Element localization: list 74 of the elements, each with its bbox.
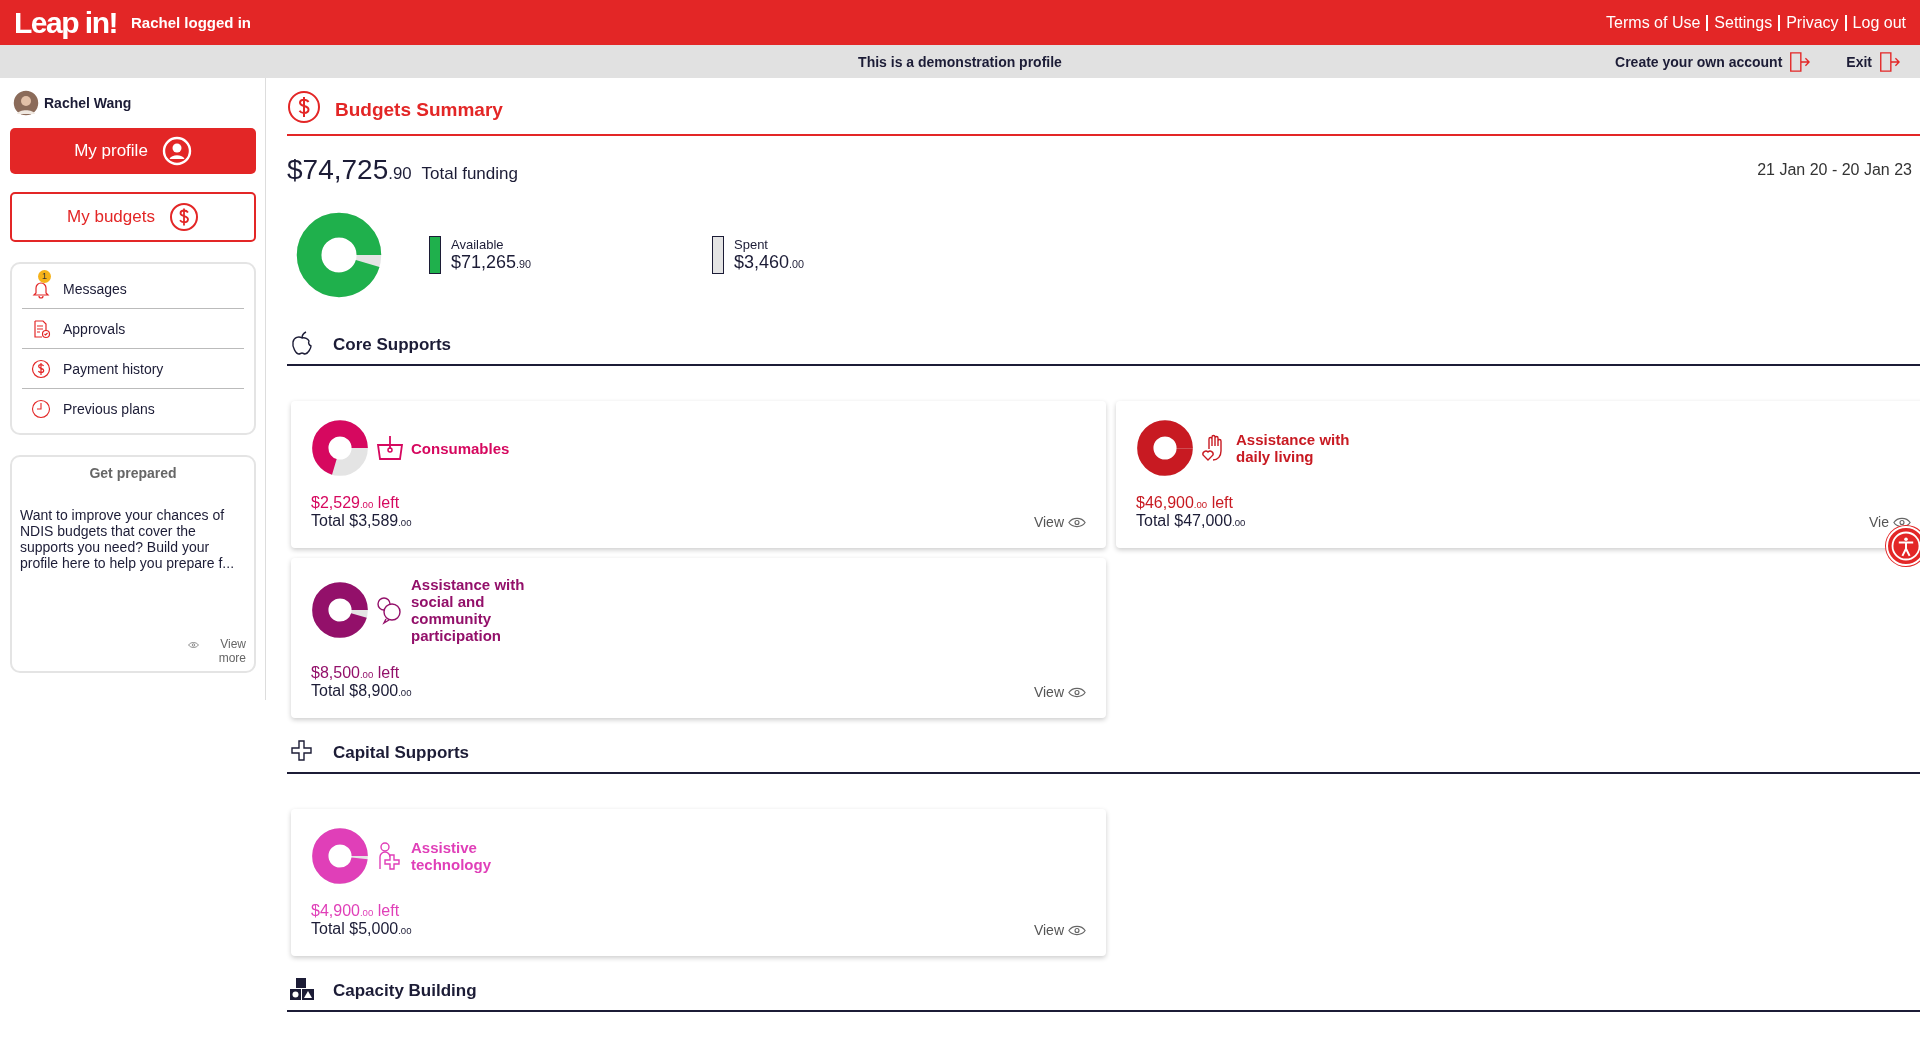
budget-card[interactable]: Assistance with daily living $46,900.00 left Total $47,000.00 Vie bbox=[1116, 401, 1920, 548]
section-title: Capacity Building bbox=[333, 980, 477, 1001]
menu-item[interactable]: Payment history bbox=[22, 349, 244, 389]
user-icon bbox=[161, 136, 192, 166]
demo-message: This is a demonstration profile bbox=[858, 53, 1062, 70]
total-label: Total funding bbox=[421, 164, 518, 184]
avatar-icon bbox=[12, 89, 40, 117]
total-amount: Total $5,000.00 bbox=[311, 920, 412, 938]
eye-icon bbox=[1068, 516, 1086, 528]
view-link[interactable]: View bbox=[1033, 684, 1086, 700]
legend-label: Available bbox=[451, 237, 505, 252]
header-link[interactable]: Terms of Use bbox=[1600, 14, 1707, 31]
card-title: Consumables bbox=[411, 439, 511, 457]
view-link[interactable]: View bbox=[1033, 514, 1086, 530]
my-budgets-button[interactable]: My budgets bbox=[10, 192, 256, 242]
user-name: Rachel Wang bbox=[44, 95, 132, 111]
door-arrow-icon[interactable] bbox=[1788, 50, 1811, 73]
view-link[interactable]: Vie bbox=[1869, 514, 1911, 530]
donut-chart bbox=[311, 419, 369, 477]
total-amount: Total $3,589.00 bbox=[311, 512, 412, 530]
page-title: Budgets Summary bbox=[335, 98, 503, 121]
exit-link[interactable]: Exit bbox=[1846, 53, 1872, 70]
remaining-amount: $4,900.00 left bbox=[311, 902, 401, 920]
document-check-icon bbox=[31, 318, 51, 339]
accessibility-button[interactable] bbox=[1886, 526, 1920, 566]
basket-icon bbox=[375, 433, 405, 463]
header-link[interactable]: Privacy bbox=[1778, 14, 1845, 31]
budget-card[interactable]: Consumables $2,529.00 left Total $3,589.00 View bbox=[291, 401, 1106, 548]
card-title: Assistive technology bbox=[411, 839, 492, 873]
legend-label: Spent bbox=[734, 237, 769, 252]
plus-icon bbox=[289, 738, 315, 764]
clock-icon bbox=[31, 398, 51, 419]
card-text: Want to improve your chances of NDIS budgets that cover the supports you need? Build your profile here to help you prepare f... bbox=[20, 507, 236, 573]
budget-card[interactable]: Assistance with social and community participation $8,500.00 left Total $8,900.00 View bbox=[291, 558, 1106, 718]
door-arrow-icon[interactable] bbox=[1878, 50, 1900, 73]
donut-chart bbox=[311, 581, 369, 639]
eye-icon bbox=[1893, 516, 1911, 528]
view-more-link[interactable]: View more bbox=[202, 637, 246, 665]
legend-amount: $3,460.00 bbox=[734, 252, 805, 273]
remaining-amount: $8,500.00 left bbox=[311, 664, 401, 682]
legend-amount: $71,265.90 bbox=[451, 252, 532, 273]
donut-chart bbox=[311, 827, 369, 885]
eye-icon bbox=[1068, 686, 1086, 698]
apple-icon bbox=[289, 330, 315, 356]
notification-badge: 1 bbox=[38, 269, 51, 283]
date-range: 21 Jan 20 - 20 Jan 23 bbox=[1757, 161, 1912, 179]
blocks-icon bbox=[289, 976, 315, 1002]
view-link[interactable]: View bbox=[1033, 922, 1086, 938]
remaining-amount: $2,529.00 left bbox=[311, 494, 401, 512]
budget-card[interactable]: Assistive technology $4,900.00 left Total $5,000.00 View bbox=[291, 809, 1106, 956]
eye-icon bbox=[1068, 924, 1086, 936]
donut-chart bbox=[1136, 419, 1194, 477]
card-title: Get prepared bbox=[88, 465, 178, 481]
section-title: Capital Supports bbox=[333, 742, 469, 763]
card-title: Assistance with daily living bbox=[1236, 431, 1351, 465]
my-profile-button[interactable]: My profile bbox=[10, 128, 256, 174]
dollar-icon bbox=[168, 202, 199, 232]
user-status: Rachel logged in bbox=[131, 14, 252, 31]
menu-item[interactable]: 1 Messages bbox=[22, 269, 244, 309]
header-link[interactable]: Log out bbox=[1844, 14, 1912, 31]
header-link[interactable]: Settings bbox=[1706, 14, 1779, 31]
total-amount: Total $8,900.00 bbox=[311, 682, 412, 700]
section-title: Core Supports bbox=[333, 334, 452, 355]
dollar-icon bbox=[31, 358, 51, 379]
total-amount: Total $47,000.00 bbox=[1136, 512, 1246, 530]
eye-icon bbox=[188, 641, 199, 649]
logo[interactable]: Leap in! bbox=[14, 5, 117, 40]
dollar-icon bbox=[287, 90, 321, 124]
create-account-link[interactable]: Create your own account bbox=[1615, 53, 1783, 70]
card-title: Assistance with social and community participation bbox=[411, 576, 526, 644]
total-amount: $74,725.90 bbox=[287, 154, 412, 186]
remaining-amount: $46,900.00 left bbox=[1136, 494, 1234, 512]
menu-item[interactable]: Previous plans bbox=[22, 389, 244, 428]
menu-item[interactable]: Approvals bbox=[22, 309, 244, 349]
